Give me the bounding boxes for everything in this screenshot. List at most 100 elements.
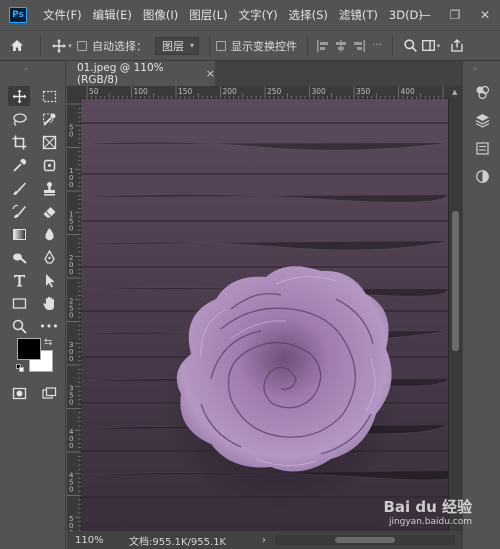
ruler-label: 0 — [69, 399, 73, 407]
ruler-label: 350 — [356, 87, 371, 96]
type-tool-icon[interactable] — [8, 270, 30, 290]
horizontal-scroll-thumb[interactable] — [335, 537, 395, 543]
frame-tool-icon[interactable] — [38, 132, 60, 152]
panel-expand-icon[interactable]: « — [473, 65, 477, 73]
align-left-icon[interactable] — [314, 34, 332, 58]
ruler-label: 200 — [223, 87, 238, 96]
status-menu-arrow[interactable]: › — [257, 535, 271, 546]
document-window: 01.jpeg @ 110%(RGB/8) × 50 100 150 200 250 30… — [67, 61, 462, 549]
divider — [307, 35, 309, 56]
divider — [209, 35, 211, 56]
workspace-icon[interactable]: ▾ — [421, 34, 441, 58]
rose-photo — [81, 99, 448, 531]
history-brush-tool-icon[interactable] — [8, 201, 30, 221]
ruler-label: 100 — [134, 87, 149, 96]
brush-tool-icon[interactable] — [8, 178, 30, 198]
path-selection-tool-icon[interactable] — [38, 270, 60, 290]
options-bar: ▾ 自动选择： 图层 ▾ 显示变换控件 ··· ▾ — [0, 30, 500, 61]
adjustments-panel-icon[interactable] — [470, 165, 494, 187]
pen-tool-icon[interactable] — [38, 247, 60, 267]
marquee-tool-icon[interactable] — [38, 86, 60, 106]
align-right-icon[interactable] — [350, 34, 368, 58]
vertical-ruler[interactable]: 50100150200250300350400450500 — [67, 99, 81, 531]
move-tool-icon[interactable] — [8, 86, 30, 106]
horizontal-scrollbar[interactable] — [275, 535, 455, 545]
crop-tool-icon[interactable] — [8, 132, 30, 152]
document-size: 文档:955.1K/955.1K — [129, 536, 227, 548]
window-controls: — ❐ ✕ — [410, 0, 500, 30]
menu-file[interactable]: 文件(F) — [43, 7, 82, 23]
layers-panel-icon[interactable] — [470, 109, 494, 131]
screen-mode-icon[interactable] — [38, 383, 60, 403]
show-transform-checkbox[interactable] — [216, 40, 227, 51]
menu-filter[interactable]: 滤镜(T) — [339, 7, 378, 23]
image-canvas[interactable] — [81, 99, 448, 531]
document-tab[interactable]: 01.jpeg @ 110%(RGB/8) × — [67, 61, 215, 86]
horizontal-ruler[interactable]: 50 100 150 200 250 300 350 400 — [81, 86, 449, 99]
auto-select-checkbox[interactable] — [77, 40, 87, 51]
default-colors-icon[interactable] — [16, 364, 24, 372]
share-icon[interactable] — [447, 34, 467, 58]
menu-image[interactable]: 图像(I) — [143, 7, 178, 23]
scroll-up-icon[interactable]: ▲ — [452, 88, 457, 96]
menu-layer[interactable]: 图层(L) — [189, 7, 227, 23]
auto-select-target-dropdown[interactable]: 图层 ▾ — [155, 36, 200, 55]
close-button[interactable]: ✕ — [470, 0, 500, 30]
more-options-icon[interactable]: ··· — [368, 34, 386, 58]
quick-selection-tool-icon[interactable] — [38, 109, 60, 129]
ruler-label: 0 — [69, 312, 73, 320]
show-transform-label: 显示变换控件 — [231, 39, 298, 53]
foreground-color-swatch[interactable] — [17, 338, 41, 360]
spot-healing-tool-icon[interactable] — [38, 155, 60, 175]
align-center-icon[interactable] — [332, 34, 350, 58]
close-tab-icon[interactable]: × — [206, 67, 215, 80]
restore-button[interactable]: ❐ — [440, 0, 470, 30]
ruler-label: 0 — [69, 131, 73, 139]
ruler-label: 250 — [267, 87, 282, 96]
color-panel-icon[interactable] — [470, 81, 494, 103]
search-icon[interactable] — [399, 34, 421, 58]
auto-select-label: 自动选择： — [92, 39, 147, 53]
hand-tool-icon[interactable] — [38, 293, 60, 313]
lasso-tool-icon[interactable] — [8, 109, 30, 129]
properties-panel-icon[interactable] — [470, 137, 494, 159]
chevron-down-icon: ▾ — [190, 41, 195, 50]
menu-bar: Ps 文件(F) 编辑(E) 图像(I) 图层(L) 文字(Y) 选择(S) 滤… — [0, 0, 500, 30]
divider — [40, 35, 41, 56]
ruler-label: 300 — [312, 87, 327, 96]
gradient-tool-icon[interactable] — [8, 224, 30, 244]
menu-edit[interactable]: 编辑(E) — [93, 7, 132, 23]
ruler-label: 0 — [69, 225, 73, 233]
vertical-scrollbar[interactable]: ▲ — [449, 86, 462, 531]
more-tools-icon[interactable]: ••• — [38, 316, 60, 336]
rectangle-tool-icon[interactable] — [8, 293, 30, 313]
ruler-origin[interactable] — [67, 86, 81, 99]
blur-tool-icon[interactable] — [38, 224, 60, 244]
status-bar: 110% 文档:955.1K/955.1K › — [67, 531, 462, 549]
clone-stamp-tool-icon[interactable] — [38, 178, 60, 198]
photoshop-logo: Ps — [9, 7, 27, 23]
zoom-tool-icon[interactable] — [8, 316, 30, 336]
right-panel-dock: « — [462, 61, 500, 549]
ruler-label: 50 — [89, 87, 99, 96]
menu-type[interactable]: 文字(Y) — [239, 7, 278, 23]
baidu-watermark-url: jingyan.baidu.com — [388, 517, 472, 527]
dodge-tool-icon[interactable] — [8, 247, 30, 267]
eyedropper-tool-icon[interactable] — [8, 155, 30, 175]
swap-colors-icon[interactable]: ⇆ — [44, 337, 52, 348]
home-icon[interactable] — [0, 34, 34, 58]
document-tab-title: 01.jpeg @ 110%(RGB/8) — [77, 61, 164, 86]
eraser-tool-icon[interactable] — [38, 201, 60, 221]
move-tool-preset-icon[interactable]: ▾ — [47, 34, 77, 58]
minimize-button[interactable]: — — [410, 0, 440, 30]
divider — [392, 35, 394, 56]
zoom-level[interactable]: 110% — [67, 535, 129, 546]
quick-mask-icon[interactable] — [8, 383, 30, 403]
vertical-scroll-thumb[interactable] — [452, 211, 459, 351]
ruler-label: 0 — [69, 181, 73, 189]
menu-select[interactable]: 选择(S) — [289, 7, 328, 23]
panel-collapse-icon[interactable]: » — [24, 65, 29, 73]
tools-panel: » ••• ⇆ — [0, 61, 66, 549]
ruler-label: 0 — [69, 486, 73, 494]
ruler-label: 0 — [69, 355, 73, 363]
